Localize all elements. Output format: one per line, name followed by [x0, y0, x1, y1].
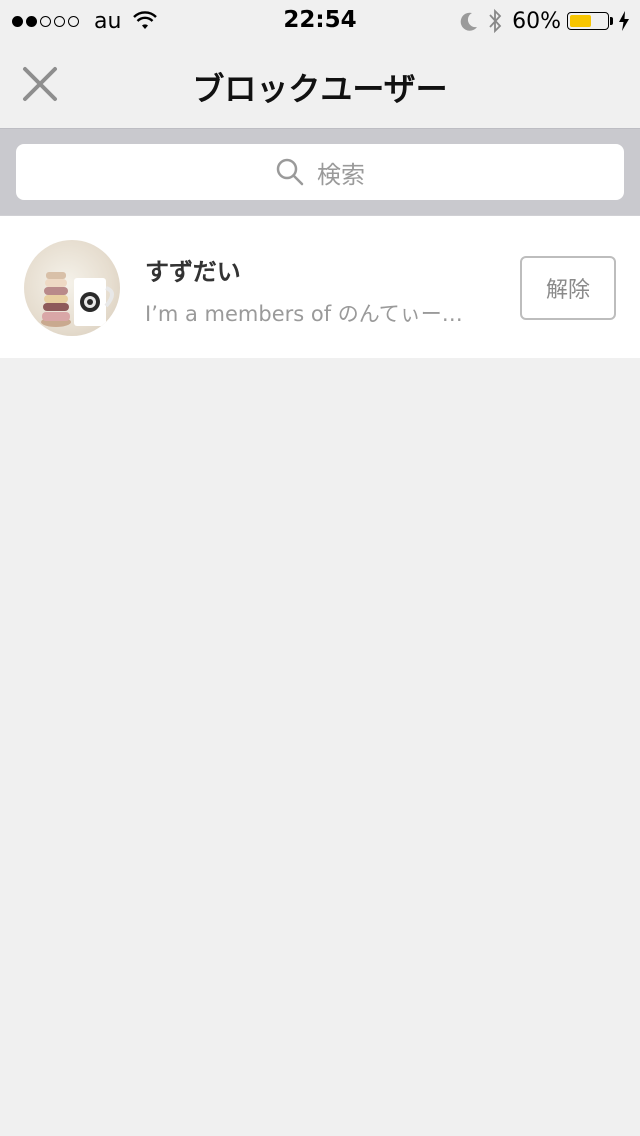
list-item[interactable]: すずだい I’m a members of のんてぃー… 解除	[0, 216, 640, 358]
battery-percent: 60%	[512, 8, 561, 34]
search-placeholder: 検索	[317, 160, 365, 189]
charging-icon	[619, 11, 629, 31]
status-bar: au 22:54 60%	[0, 0, 640, 40]
user-bio: I’m a members of のんてぃー…	[145, 302, 463, 326]
page-title: ブロックユーザー	[192, 70, 448, 108]
status-right: 60%	[460, 7, 630, 35]
bluetooth-icon	[489, 8, 502, 34]
unblock-button[interactable]: 解除	[520, 256, 616, 320]
battery-nub	[610, 17, 613, 25]
blocked-user-list: すずだい I’m a members of のんてぃー… 解除	[0, 216, 640, 358]
battery-fill	[570, 15, 591, 27]
search-input[interactable]: 検索	[16, 144, 624, 200]
user-name: すずだい	[145, 258, 241, 286]
avatar-image	[41, 272, 114, 327]
nav-bar: ブロックユーザー	[0, 40, 640, 129]
avatar[interactable]	[24, 240, 120, 336]
moon-icon	[460, 12, 478, 31]
search-bar: 検索	[0, 129, 640, 216]
battery-icon	[567, 12, 609, 30]
search-icon	[276, 158, 304, 186]
